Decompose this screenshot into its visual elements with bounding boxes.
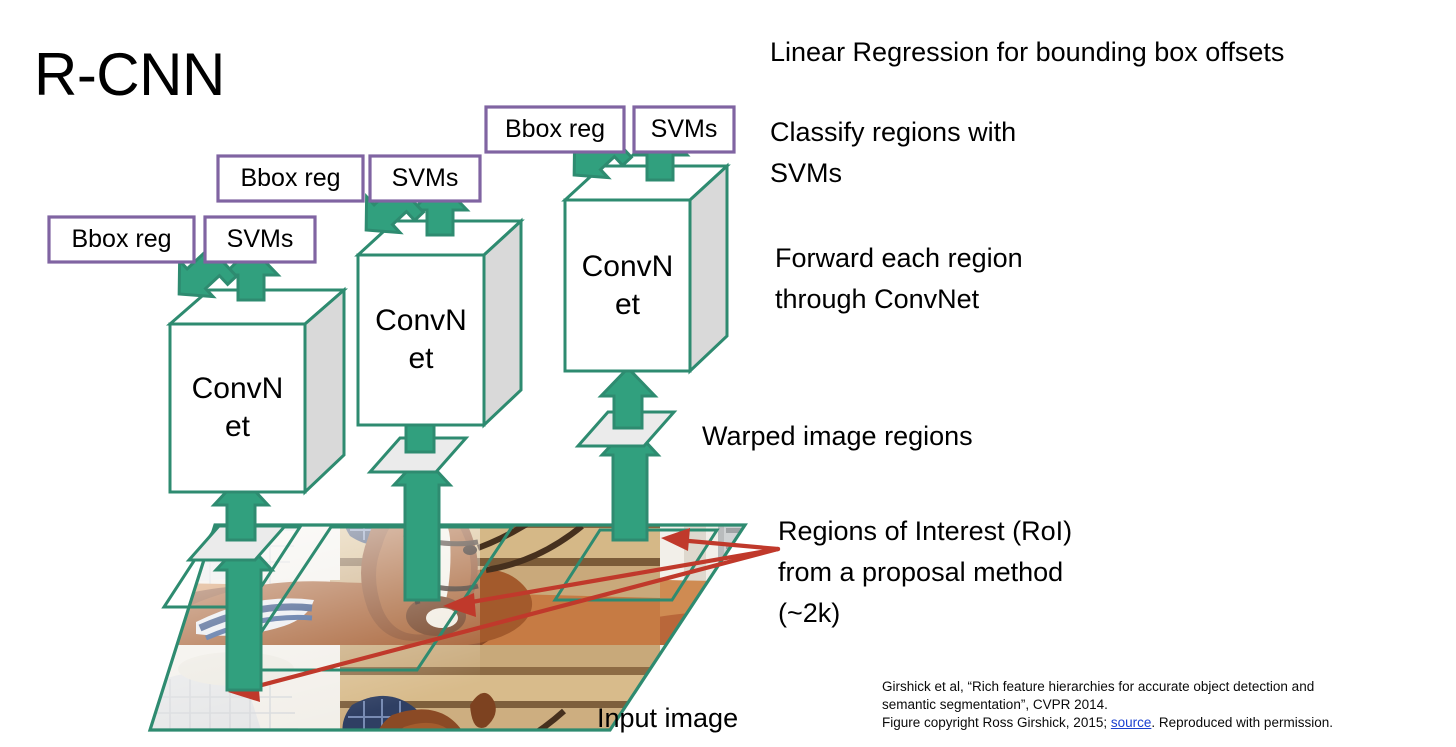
bbox-reg-label-3[interactable]: Bbox reg: [486, 107, 624, 152]
citation-line-3: Figure copyright Ross Girshick, 2015; so…: [882, 714, 1422, 732]
citation-block: Girshick et al, “Rich feature hierarchie…: [882, 678, 1422, 732]
bbox-reg-label-2[interactable]: Bbox reg: [218, 156, 363, 201]
convnet-label-3-line2: et: [614, 287, 641, 321]
convnet-label-2: ConvN et: [358, 255, 484, 425]
convnet-label-1-line2: et: [224, 410, 251, 443]
svms-label-1[interactable]: SVMs: [205, 217, 315, 262]
label-input-image: Input image: [597, 703, 739, 733]
convnet-label-1: ConvN et: [170, 324, 305, 492]
annotation-warped-image-regions: Warped image regions: [702, 421, 973, 451]
slide-canvas: R-CNN Bbox reg SVMs Bbox reg SVMs Bbox r…: [0, 0, 1456, 747]
citation-line-1: Girshick et al, “Rich feature hierarchie…: [882, 679, 1315, 694]
citation-line-3-after: . Reproduced with permission.: [1151, 715, 1333, 730]
annotation-classify-regions: Classify regions with SVMs: [770, 117, 1017, 188]
convnet-label-1-line1: ConvN: [191, 372, 284, 405]
source-link[interactable]: source: [1111, 715, 1152, 730]
citation-line-2: semantic segmentation”, CVPR 2014.: [882, 697, 1108, 712]
annotation-forward-region: Forward each region through ConvNet: [775, 243, 1023, 314]
bbox-reg-label-1[interactable]: Bbox reg: [49, 217, 194, 262]
citation-line-3-before: Figure copyright Ross Girshick, 2015;: [882, 715, 1111, 730]
annotation-regions-of-interest: Regions of Interest (RoI) from a proposa…: [778, 516, 1073, 628]
annotation-linear-regression: Linear Regression for bounding box offse…: [770, 37, 1285, 67]
convnet-label-2-line2: et: [408, 342, 434, 375]
convnet-label-3: ConvN et: [565, 200, 690, 371]
convnet-label-2-line1: ConvN: [375, 304, 467, 337]
svms-label-3[interactable]: SVMs: [634, 107, 734, 152]
page-title: R-CNN: [34, 41, 225, 108]
convnet-label-3-line1: ConvN: [581, 249, 674, 283]
svms-label-2[interactable]: SVMs: [370, 156, 480, 201]
